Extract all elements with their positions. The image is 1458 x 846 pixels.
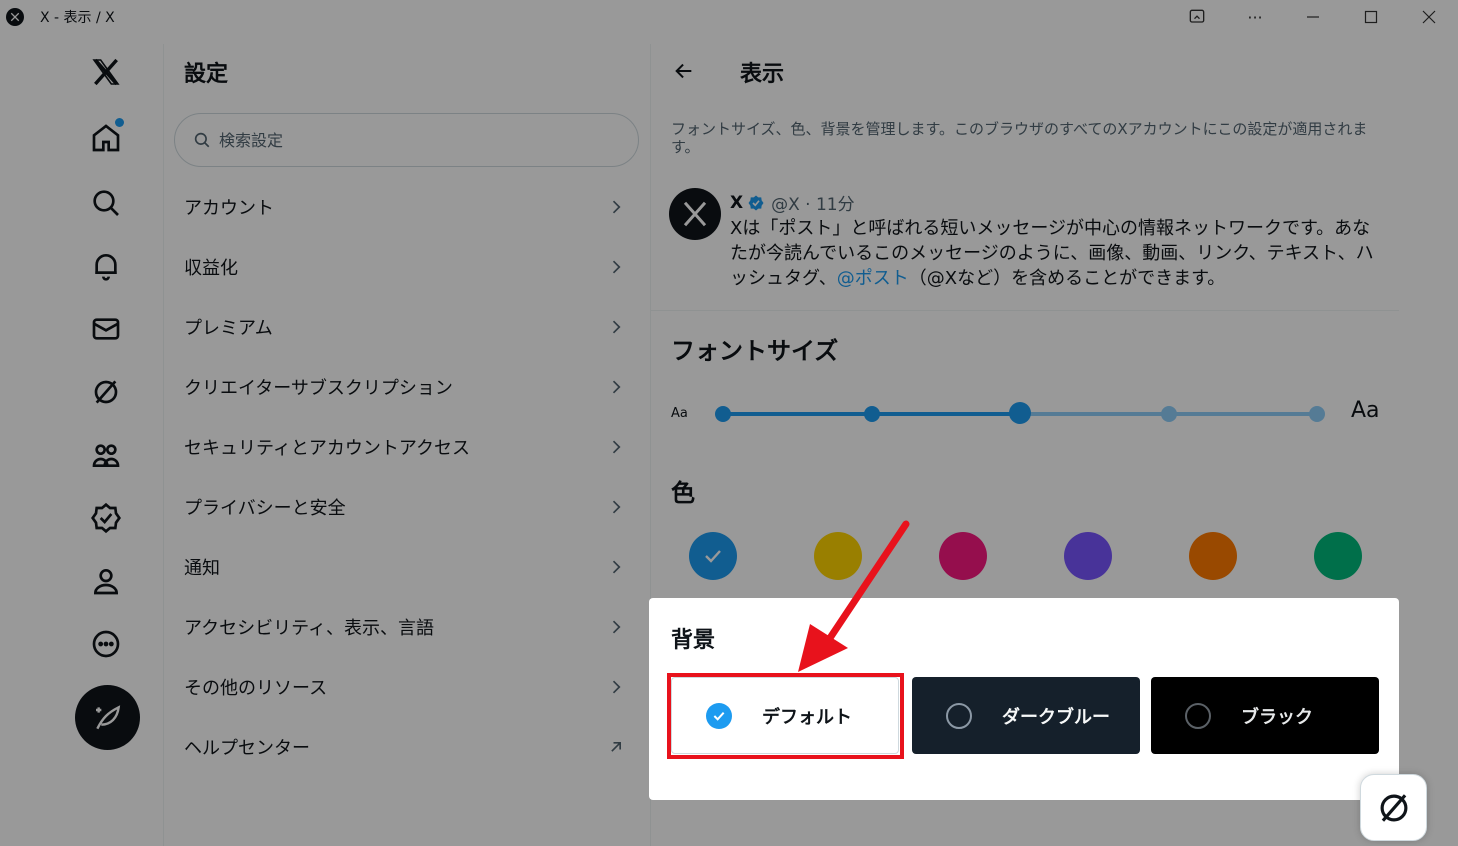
settings-item-help-center[interactable]: ヘルプセンター xyxy=(164,717,650,777)
slider-stop[interactable] xyxy=(1309,406,1325,422)
search-icon[interactable] xyxy=(74,175,138,231)
title-bar: X - 表示 / X ··· xyxy=(0,0,1458,34)
color-swatch[interactable] xyxy=(689,532,737,580)
settings-item-accessibility[interactable]: アクセシビリティ、表示、言語 xyxy=(164,597,650,657)
background-option-label: ブラック xyxy=(1241,706,1313,728)
color-swatch[interactable] xyxy=(1189,532,1237,580)
background-option-black[interactable]: ブラック xyxy=(1151,677,1379,754)
settings-title: 設定 xyxy=(184,62,229,87)
grok-icon[interactable] xyxy=(74,364,138,420)
communities-icon[interactable] xyxy=(74,427,138,483)
mail-icon[interactable] xyxy=(74,301,138,357)
post-body: Xは「ポスト」と呼ばれる短いメッセージが中心の情報ネットワークです。あなたが今読… xyxy=(730,216,1382,291)
chevron-right-icon xyxy=(612,680,621,694)
background-panel: 背景 デフォルト ダークブルー ブラック xyxy=(649,598,1399,800)
background-option-dim[interactable]: ダークブルー xyxy=(912,677,1140,754)
chevron-right-icon xyxy=(612,260,621,274)
settings-item-label: アカウント xyxy=(184,198,274,219)
grok-floating-button[interactable] xyxy=(1360,774,1427,841)
chevron-right-icon xyxy=(612,560,621,574)
display-title: 表示 xyxy=(740,62,785,87)
maximize-icon[interactable] xyxy=(1342,0,1400,34)
home-icon[interactable] xyxy=(74,110,138,166)
slider-stop[interactable] xyxy=(715,406,731,422)
settings-item-creator-subscriptions[interactable]: クリエイターサブスクリプション xyxy=(164,357,650,417)
color-swatch[interactable] xyxy=(939,532,987,580)
slider-stop[interactable] xyxy=(1160,406,1177,422)
chevron-right-icon xyxy=(612,620,621,634)
settings-item-label: クリエイターサブスクリプション xyxy=(184,378,453,399)
font-size-large-label: Aa xyxy=(1351,398,1380,423)
settings-item-security[interactable]: セキュリティとアカウントアクセス xyxy=(164,417,650,477)
x-logo-icon xyxy=(6,8,24,26)
settings-item-notifications[interactable]: 通知 xyxy=(164,537,650,597)
search-settings-input[interactable] xyxy=(219,130,599,150)
settings-column: 設定 アカウント 収益化 プレミアム クリエイターサブスクリプション セキュリテ… xyxy=(164,44,650,846)
check-icon xyxy=(705,550,721,563)
chevron-right-icon xyxy=(612,500,621,514)
settings-item-label: プレミアム xyxy=(184,318,273,339)
section-divider xyxy=(651,310,1399,311)
slider-stop[interactable] xyxy=(863,406,880,422)
font-size-title: フォントサイズ xyxy=(671,337,839,365)
settings-item-resources[interactable]: その他のリソース xyxy=(164,657,650,717)
avatar xyxy=(669,188,721,240)
background-title: 背景 xyxy=(671,628,716,653)
color-title: 色 xyxy=(671,479,695,507)
settings-item-label: 収益化 xyxy=(184,258,238,279)
font-size-small-label: Aa xyxy=(671,406,688,421)
bell-icon[interactable] xyxy=(74,238,138,294)
close-icon[interactable] xyxy=(1400,0,1458,34)
settings-item-label: ヘルプセンター xyxy=(184,738,310,759)
settings-item-premium[interactable]: プレミアム xyxy=(164,297,650,357)
more-circle-icon[interactable] xyxy=(74,616,138,672)
search-box[interactable] xyxy=(174,113,639,167)
grok-icon xyxy=(1380,793,1407,822)
background-option-label: ダークブルー xyxy=(1002,706,1110,728)
settings-item-monetization[interactable]: 収益化 xyxy=(164,237,650,297)
more-icon[interactable]: ··· xyxy=(1226,0,1284,34)
background-option-label: デフォルト xyxy=(762,706,852,728)
search-settings-icon xyxy=(194,132,210,148)
slider-knob[interactable] xyxy=(1009,402,1031,424)
arrow-left-icon xyxy=(675,63,692,79)
external-link-icon xyxy=(611,742,621,752)
feather-icon xyxy=(95,704,120,729)
chevron-right-icon xyxy=(612,440,621,454)
radio-unchecked-icon xyxy=(946,702,972,729)
settings-item-label: その他のリソース xyxy=(184,678,328,699)
display-description: フォントサイズ、色、背景を管理します。このブラウザのすべてのXアカウントにこの設… xyxy=(671,120,1368,156)
chevron-right-icon xyxy=(612,200,621,214)
post-button[interactable] xyxy=(75,685,140,750)
settings-item-privacy[interactable]: プライバシーと安全 xyxy=(164,477,650,537)
verified-org-icon[interactable] xyxy=(74,490,138,546)
color-swatch[interactable] xyxy=(1314,532,1362,580)
color-swatch[interactable] xyxy=(814,532,862,580)
back-button[interactable] xyxy=(669,56,699,86)
minimize-icon[interactable] xyxy=(1284,0,1342,34)
verified-badge-icon xyxy=(748,195,764,210)
chevron-right-icon xyxy=(612,320,621,334)
post-meta: @X · 11分 xyxy=(771,195,855,215)
font-size-slider[interactable] xyxy=(715,402,1325,424)
color-swatch[interactable] xyxy=(1064,532,1112,580)
x-home-logo-icon[interactable] xyxy=(74,44,138,100)
cast-icon[interactable] xyxy=(1168,0,1226,34)
settings-item-account[interactable]: アカウント xyxy=(164,177,650,237)
window-title: X - 表示 / X xyxy=(40,10,115,26)
chevron-right-icon xyxy=(612,380,621,394)
profile-icon[interactable] xyxy=(74,553,138,609)
post-author-name: X xyxy=(730,192,744,213)
settings-item-label: 通知 xyxy=(184,558,220,579)
x-logo-icon xyxy=(683,201,707,227)
radio-unchecked-icon xyxy=(1185,702,1211,729)
notification-dot xyxy=(115,118,124,127)
settings-item-label: アクセシビリティ、表示、言語 xyxy=(184,618,435,639)
post-text: （@Xなど）を含めることができます。 xyxy=(908,268,1226,289)
settings-item-label: セキュリティとアカウントアクセス xyxy=(184,438,471,459)
radio-checked-icon xyxy=(706,702,732,729)
settings-item-label: プライバシーと安全 xyxy=(184,498,346,519)
background-option-default[interactable]: デフォルト xyxy=(671,677,899,754)
post-mention-link[interactable]: @ポスト xyxy=(837,268,909,289)
